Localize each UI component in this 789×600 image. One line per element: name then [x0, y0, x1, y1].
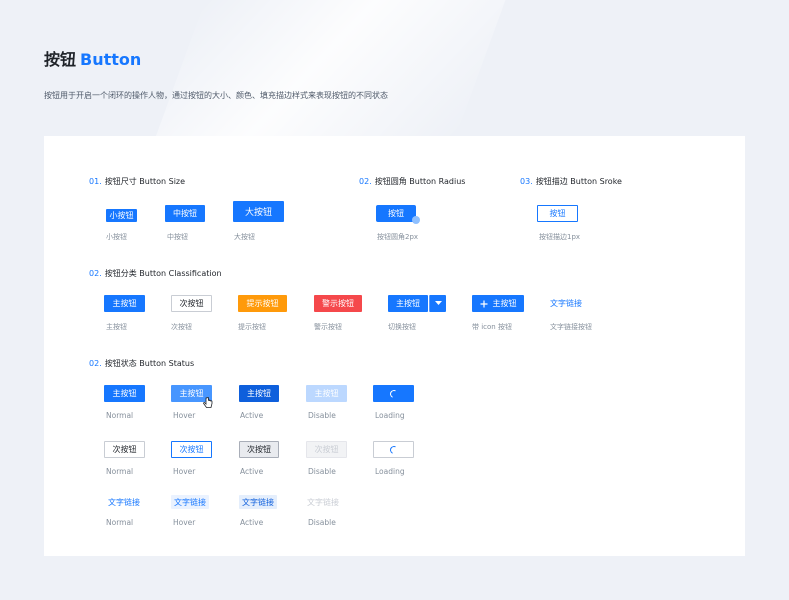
primary-disabled-button: 主按钮: [306, 385, 347, 402]
state-label: Normal: [106, 518, 134, 527]
primary-normal-button[interactable]: 主按钮: [104, 385, 145, 402]
section-size-title: 01. 按钮尺寸 Button Size: [89, 177, 186, 186]
state-label: Disable: [308, 518, 336, 527]
text-link-disabled: 文字链接: [307, 497, 339, 507]
page-title: 按钮 Button: [44, 46, 141, 70]
icon-button-caption: 带 icon 按钮: [472, 323, 512, 331]
state-label: Loading: [375, 411, 405, 420]
split-button-main[interactable]: 主按钮: [388, 295, 428, 312]
primary-button[interactable]: 主按钮: [104, 295, 145, 312]
danger-button[interactable]: 警示按钮: [314, 295, 362, 312]
warning-button[interactable]: 提示按钮: [238, 295, 287, 312]
secondary-active-button[interactable]: 次按钮: [239, 441, 279, 458]
stroke-button[interactable]: 按钮: [537, 205, 578, 222]
state-label: Disable: [308, 411, 336, 420]
stroke-button-caption: 按钮描边1px: [539, 233, 581, 241]
radius-indicator-dot: [412, 216, 420, 224]
medium-button[interactable]: 中按钮: [165, 205, 205, 222]
large-button[interactable]: 大按钮: [233, 201, 284, 222]
small-button[interactable]: 小按钮: [106, 209, 137, 222]
state-label: Disable: [308, 467, 336, 476]
title-cn: 按钮: [44, 50, 77, 69]
state-label: Active: [240, 467, 264, 476]
warning-button-caption: 提示按钮: [238, 323, 266, 331]
section-stroke-title: 03. 按钮描边 Button Sroke: [520, 177, 622, 186]
danger-button-caption: 警示按钮: [314, 323, 342, 331]
primary-active-button[interactable]: 主按钮: [239, 385, 279, 402]
radius-button-caption: 按钮圆角2px: [377, 233, 419, 241]
loading-spinner-icon: [388, 444, 399, 455]
text-link-button[interactable]: 文字链接: [549, 295, 583, 312]
small-button-caption: 小按钮: [106, 233, 127, 241]
primary-loading-button: [373, 385, 414, 402]
secondary-disabled-button: 次按钮: [306, 441, 347, 458]
state-label: Normal: [106, 411, 134, 420]
medium-button-caption: 中按钮: [167, 233, 188, 241]
split-button-dropdown[interactable]: [429, 295, 446, 312]
split-button-caption: 切换按钮: [388, 323, 416, 331]
showcase-panel: 01. 按钮尺寸 Button Size 02. 按钮圆角 Button Radiu…: [44, 136, 745, 556]
secondary-button-caption: 次按钮: [171, 323, 192, 331]
secondary-loading-button: [373, 441, 414, 458]
section-status-title: 02. 按钮状态 Button Status: [89, 359, 195, 368]
state-label: Active: [240, 411, 264, 420]
icon-button[interactable]: 主按钮: [472, 295, 524, 312]
secondary-normal-button[interactable]: 次按钮: [104, 441, 145, 458]
radius-button[interactable]: 按钮: [376, 205, 416, 222]
large-button-caption: 大按钮: [234, 233, 255, 241]
section-radius-title: 02. 按钮圆角 Button Radius: [359, 177, 466, 186]
primary-button-caption: 主按钮: [106, 323, 127, 331]
caret-down-icon: [434, 301, 442, 305]
page-description: 按钮用于开启一个闭环的操作人物，通过按钮的大小、颜色、填充描边样式来表现按钮的不…: [44, 91, 388, 100]
state-label: Loading: [375, 467, 405, 476]
text-link-button-caption: 文字链接按钮: [550, 323, 592, 331]
hand-cursor-icon: [203, 397, 213, 408]
text-link-active[interactable]: 文字链接: [239, 495, 277, 509]
secondary-hover-button[interactable]: 次按钮: [171, 441, 212, 458]
title-en: Button: [80, 50, 142, 69]
secondary-button[interactable]: 次按钮: [171, 295, 212, 312]
background-glow: [154, 0, 506, 140]
state-label: Hover: [173, 411, 196, 420]
section-classification-title: 02. 按钮分类 Button Classification: [89, 269, 222, 278]
text-link-normal[interactable]: 文字链接: [106, 495, 142, 509]
state-label: Active: [240, 518, 264, 527]
state-label: Hover: [173, 518, 196, 527]
loading-spinner-icon: [388, 388, 399, 399]
plus-icon: [480, 300, 487, 307]
state-label: Normal: [106, 467, 134, 476]
text-link-hover[interactable]: 文字链接: [171, 495, 209, 509]
state-label: Hover: [173, 467, 196, 476]
